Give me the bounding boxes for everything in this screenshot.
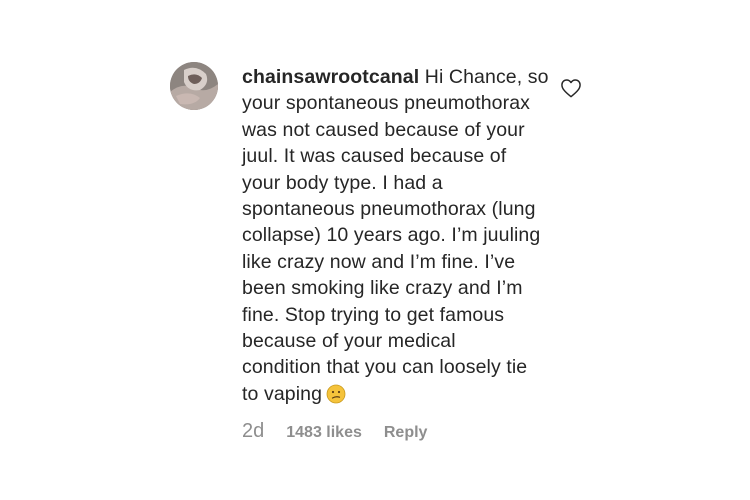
avatar[interactable] xyxy=(170,62,218,110)
comment-timestamp: 2d xyxy=(242,420,265,442)
likes-count[interactable]: 1483 likes xyxy=(286,424,362,442)
comment: chainsawrootcanal Hi Chance, so your spo… xyxy=(0,0,750,500)
avatar-image xyxy=(170,62,218,110)
comment-text: Hi Chance, so your spontaneous pneumotho… xyxy=(242,66,549,405)
confused-face-emoji-icon xyxy=(326,384,346,404)
heart-outline-icon[interactable] xyxy=(560,78,582,98)
comment-meta: 2d 1483 likes Reply xyxy=(242,420,427,444)
comment-username[interactable]: chainsawrootcanal xyxy=(242,66,419,88)
reply-button[interactable]: Reply xyxy=(384,424,428,442)
comment-body: chainsawrootcanal Hi Chance, so your spo… xyxy=(242,64,562,407)
